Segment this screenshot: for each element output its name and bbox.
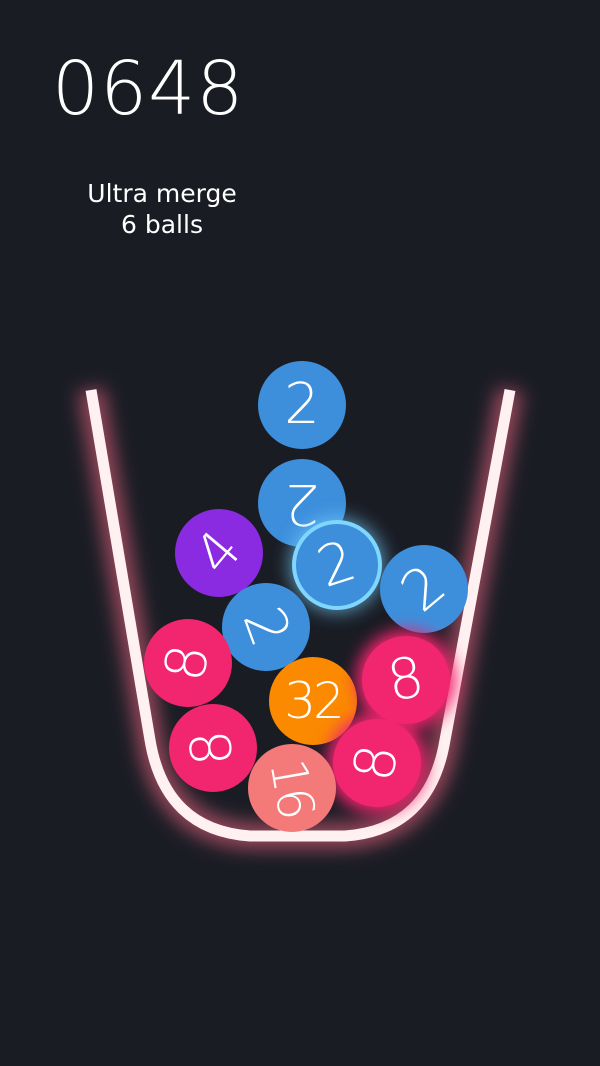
ball-value: 4 (182, 518, 255, 588)
ball-4: 4 (175, 509, 263, 597)
ball-8-right: 8 (362, 636, 450, 724)
ball-value: 8 (382, 644, 430, 715)
ball-value: 32 (284, 672, 345, 730)
ball-value: 16 (258, 754, 326, 822)
ball-8-bottom-left: 8 (169, 704, 257, 792)
ball-value: 2 (284, 372, 320, 437)
ball-value: 8 (341, 739, 412, 787)
ball-8-left: 8 (144, 619, 232, 707)
ball-2-middle: 2 (222, 583, 310, 671)
ball-value: 2 (229, 598, 304, 655)
ball-value: 2 (284, 471, 320, 536)
ball-16: 16 (248, 744, 336, 832)
ball-value: 8 (178, 727, 247, 769)
ball-2-highlighted: 2 (296, 524, 378, 606)
ball-32: 32 (269, 657, 357, 745)
ball-value: 2 (389, 552, 459, 625)
ball-8-bottom-right: 8 (333, 719, 421, 807)
ball-value: 2 (309, 528, 364, 601)
ball-2-top: 2 (258, 361, 346, 449)
ball-2-right: 2 (380, 545, 468, 633)
ball-value: 8 (152, 639, 223, 687)
